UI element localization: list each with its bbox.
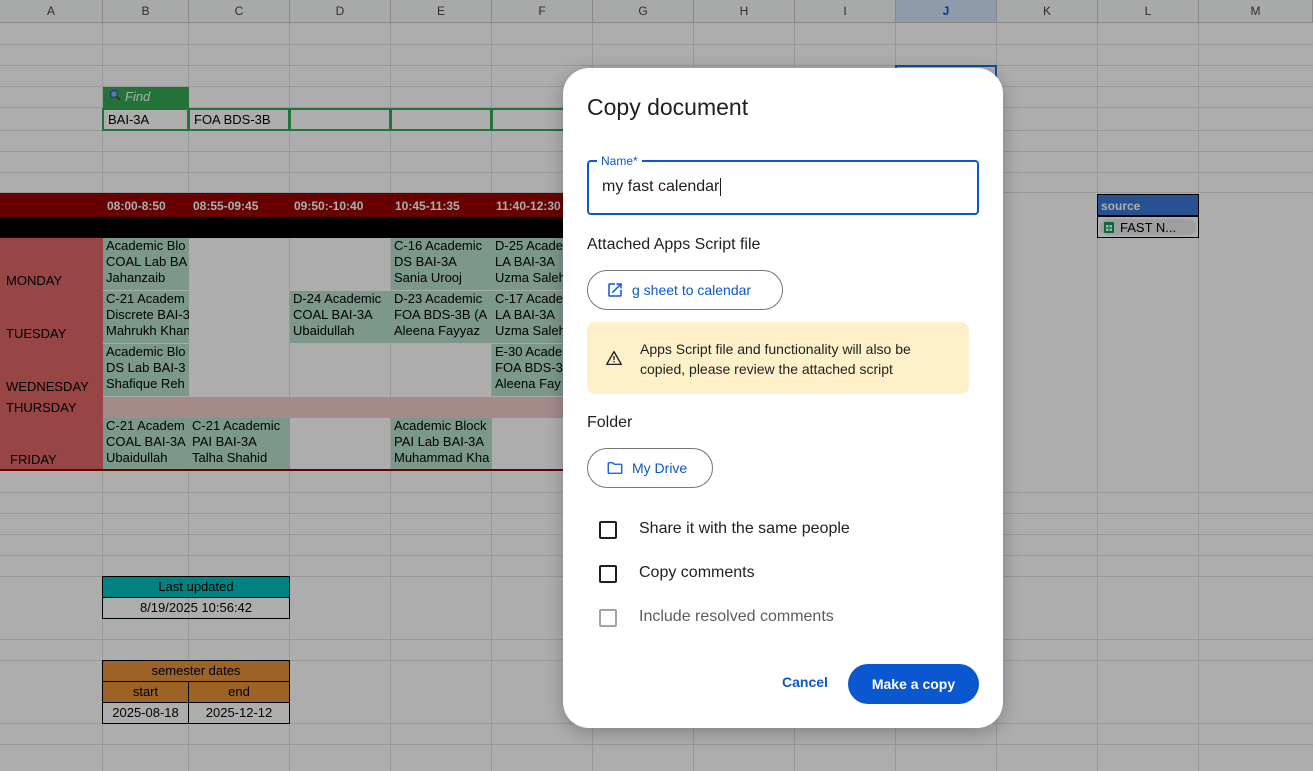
folder-button[interactable]: My Drive xyxy=(587,448,713,488)
dialog-title: Copy document xyxy=(587,94,749,120)
make-a-copy-button[interactable]: Make a copy xyxy=(848,664,979,704)
folder-icon xyxy=(606,459,624,477)
copy-document-dialog: Copy document Name* my fast calendar Att… xyxy=(563,68,1003,728)
copy-comments-checkbox[interactable] xyxy=(599,565,617,583)
copy-comments-label[interactable]: Copy comments xyxy=(639,564,755,582)
include-resolved-label[interactable]: Include resolved comments xyxy=(639,608,834,626)
share-checkbox[interactable] xyxy=(599,521,617,539)
warning-banner: Apps Script file and functionality will … xyxy=(587,322,969,394)
folder-section-title: Folder xyxy=(587,414,633,431)
warning-icon xyxy=(605,349,623,367)
name-field-label: Name* xyxy=(597,154,642,168)
apps-script-section-title: Attached Apps Script file xyxy=(587,236,761,253)
name-input[interactable]: my fast calendar xyxy=(602,178,722,196)
open-in-new-icon xyxy=(606,281,624,299)
warning-text: Apps Script file and functionality will … xyxy=(640,341,911,377)
include-resolved-checkbox[interactable] xyxy=(599,609,617,627)
cancel-button[interactable]: Cancel xyxy=(782,674,828,690)
folder-label: My Drive xyxy=(632,460,688,476)
apps-script-link-button[interactable]: g sheet to calendar xyxy=(587,270,783,310)
share-checkbox-label[interactable]: Share it with the same people xyxy=(639,520,850,538)
apps-script-link-label: g sheet to calendar xyxy=(632,282,752,298)
